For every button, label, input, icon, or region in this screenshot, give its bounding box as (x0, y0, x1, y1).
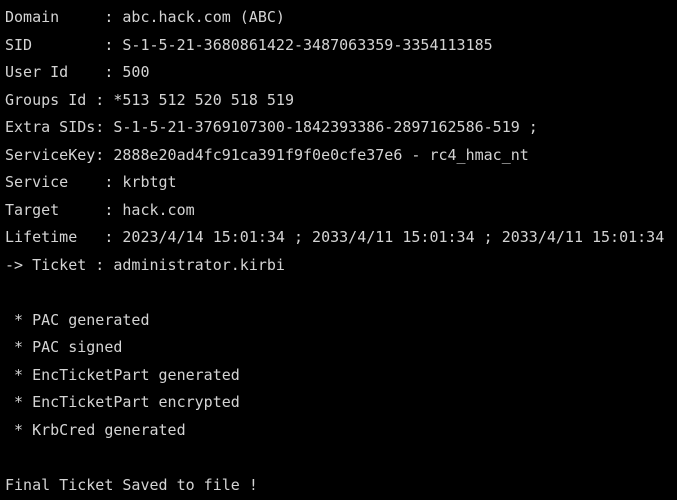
status-line: * PAC generated (5, 310, 150, 329)
groups-id-line: Groups Id : *513 512 520 518 519 (5, 90, 294, 109)
status-line: * EncTicketPart generated (5, 365, 240, 384)
status-line: * EncTicketPart encrypted (5, 393, 240, 411)
service-key-line: ServiceKey: 2888e20ad4fc91ca391f9f0e0cfe… (5, 145, 529, 164)
status-line: * KrbCred generated (5, 420, 186, 439)
sid-line: SID : S-1-5-21-3680861422-3487063359-335… (5, 35, 493, 54)
terminal-window: Domain : abc.hack.com (ABC) SID : S-1-5-… (0, 0, 677, 500)
final-message-line: Final Ticket Saved to file ! (5, 475, 258, 494)
extra-sids-line: Extra SIDs: S-1-5-21-3769107300-18423933… (5, 118, 538, 136)
target-line: Target : hack.com (5, 200, 195, 219)
status-line: * PAC signed (5, 338, 123, 356)
ticket-line: -> Ticket : administrator.kirbi (5, 255, 285, 274)
domain-line: Domain : abc.hack.com (ABC) (5, 8, 285, 26)
lifetime-line: Lifetime : 2023/4/14 15:01:34 ; 2033/4/1… (5, 228, 665, 246)
service-line: Service : krbtgt (5, 173, 177, 191)
user-id-line: User Id : 500 (5, 63, 150, 81)
